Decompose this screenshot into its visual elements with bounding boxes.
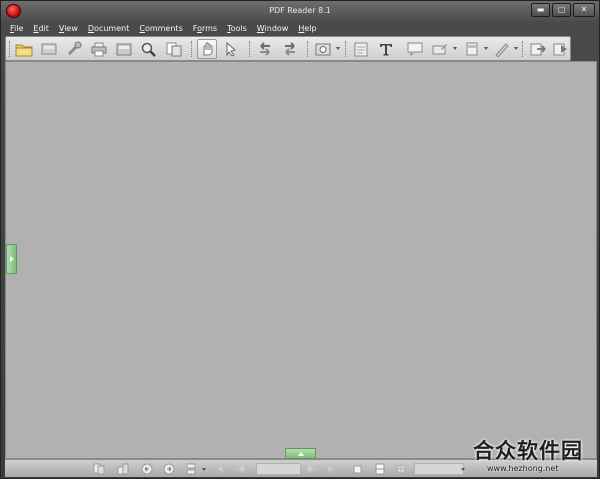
page-number-input[interactable] [256,463,301,475]
select-tool-icon[interactable] [222,39,242,59]
fit-page-icon[interactable] [350,462,364,476]
search-icon[interactable] [139,39,159,59]
toolbar-grip[interactable] [9,41,11,57]
stamp-icon[interactable] [462,39,482,59]
text-tool-icon[interactable] [376,39,396,59]
menu-help[interactable]: Help [293,22,321,36]
scanner-icon[interactable] [39,39,59,59]
minimize-button[interactable]: ▬ [531,3,550,17]
rotate-right-icon[interactable] [280,39,300,59]
navigation-panel-toggle[interactable] [6,244,17,274]
zoom-level-input[interactable] [414,463,464,475]
toolbar-separator [191,41,193,57]
forward-nav-icon[interactable] [162,462,176,476]
rotate-left-icon[interactable] [255,39,275,59]
toolbar-separator [345,41,347,57]
open-folder-icon[interactable] [14,39,34,59]
first-page-icon[interactable] [212,462,226,476]
document-canvas[interactable] [5,61,597,459]
watermark: 合众软件园 www.hezhong.net [471,435,599,479]
maximize-button[interactable]: ▢ [552,3,571,17]
close-button[interactable]: ✕ [573,3,595,17]
menu-bar: File Edit View Document Comments Forms T… [5,22,597,36]
comment-icon[interactable] [405,39,425,59]
menu-comments[interactable]: Comments [134,22,187,36]
export-icon[interactable] [528,39,548,59]
chevron-down-icon[interactable] [453,47,457,50]
forward-icon[interactable] [551,39,571,59]
note-icon[interactable] [351,39,371,59]
zoom-icon[interactable] [394,462,408,476]
print-icon[interactable] [89,39,109,59]
menu-window[interactable]: Window [252,22,294,36]
menu-edit[interactable]: Edit [28,22,54,36]
next-page-icon[interactable] [304,462,318,476]
chevron-down-icon[interactable] [484,47,488,50]
menu-document[interactable]: Document [83,22,134,36]
title-bar: PDF Reader 8.1 ▬ ▢ ✕ [1,1,599,21]
last-page-icon[interactable] [325,462,339,476]
back-icon[interactable] [140,462,154,476]
chevron-down-icon[interactable] [202,468,206,471]
window-title: PDF Reader 8.1 [269,6,331,15]
toolbar-separator [522,41,524,57]
thumbnail-panel-toggle[interactable] [285,448,316,459]
tools-icon[interactable] [64,39,84,59]
fit-width-icon[interactable] [373,462,387,476]
pen-icon[interactable] [492,39,512,59]
menu-forms[interactable]: Forms [188,22,222,36]
snapshot-icon[interactable] [313,39,333,59]
app-window: PDF Reader 8.1 ▬ ▢ ✕ File Edit View Docu… [0,0,600,479]
fax-icon[interactable] [114,39,134,59]
watermark-chinese-text: 合众软件园 [473,439,583,463]
chevron-down-icon[interactable] [336,47,340,50]
main-toolbar [5,36,571,61]
previous-page-icon[interactable] [234,462,248,476]
continuous-page-icon[interactable] [116,462,130,476]
chevron-down-icon[interactable] [514,47,518,50]
menu-tools[interactable]: Tools [222,22,252,36]
pages-icon[interactable] [164,39,184,59]
single-page-icon[interactable] [92,462,106,476]
toolbar-separator [249,41,251,57]
hand-tool-icon[interactable] [197,39,217,59]
menu-file[interactable]: File [5,22,28,36]
menu-view[interactable]: View [54,22,83,36]
chevron-down-icon[interactable] [461,468,465,471]
toolbar-separator [307,41,309,57]
watermark-url: www.hezhong.net [487,464,559,473]
highlight-icon[interactable] [430,39,450,59]
page-layout-icon[interactable] [184,462,198,476]
